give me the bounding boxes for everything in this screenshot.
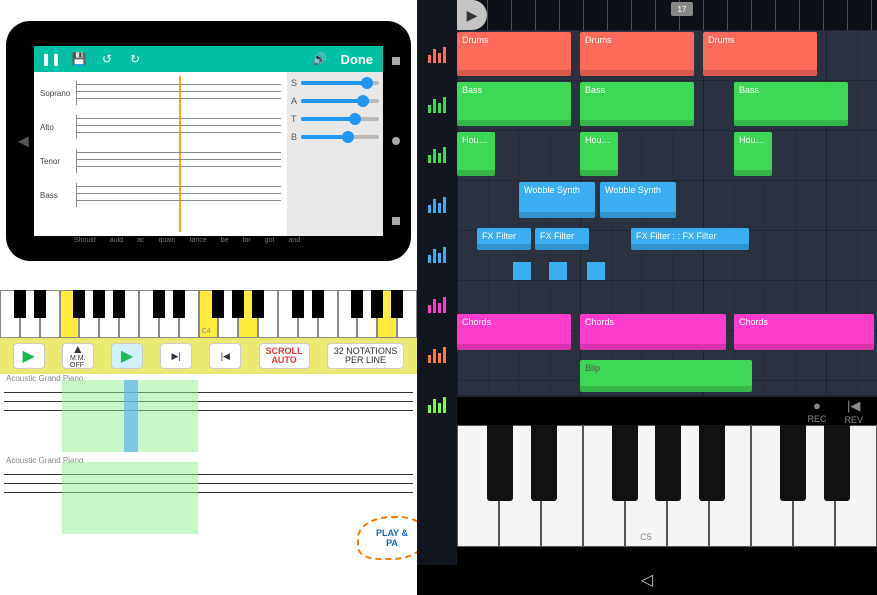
mixer-slider-T[interactable]: T (291, 114, 379, 124)
prev-button[interactable]: |◀ (209, 343, 241, 369)
android-nav-bar: ◁ (417, 565, 877, 595)
pause-icon[interactable]: ❚❚ (44, 52, 58, 66)
daw-ruler-bar: ▶ 17 (457, 0, 877, 30)
clip-bass[interactable]: Bass (734, 82, 848, 126)
clip-blip[interactable]: Blip (580, 360, 752, 392)
mixer-slider-B[interactable]: B (291, 132, 379, 142)
lyrics-row: Shouldauldacquaintancebeforgotand (74, 237, 287, 244)
clip-wobble-synth[interactable]: Wobble Synth (519, 182, 595, 218)
mini-keyboard[interactable]: C4 (0, 290, 417, 338)
clip-fx-long[interactable]: FX Filter : : FX Filter (631, 228, 749, 250)
playhead-column[interactable] (124, 380, 138, 452)
clip-chords[interactable]: Chords (457, 314, 571, 350)
voice-mixer: SATB (287, 72, 383, 236)
clip-hou[interactable]: Hou… (457, 132, 495, 176)
daw-keyboard[interactable]: C5 (457, 425, 877, 547)
clip-hou[interactable]: Hou… (734, 132, 772, 176)
play-selection-button[interactable]: ▶ (111, 343, 143, 369)
track-header[interactable] (417, 230, 457, 280)
record-button[interactable]: ●REC (807, 398, 826, 424)
clip-chords[interactable]: Chords (580, 314, 726, 350)
clip-hou[interactable]: Hou… (580, 132, 618, 176)
clip-bass[interactable]: Bass (457, 82, 571, 126)
clip-bass[interactable]: Bass (580, 82, 694, 126)
undo-icon[interactable]: ↺ (100, 52, 114, 66)
voice-label-tenor: Tenor (40, 157, 70, 166)
clip-drums[interactable]: Drums (457, 32, 571, 76)
track-header[interactable] (417, 330, 457, 380)
daw-app: ▶ 17 Drums Drums Drums Bass Bass Bass Ho… (417, 0, 877, 565)
daw-piano-panel: ●REC |◀REV C5 (457, 397, 877, 565)
reverse-button[interactable]: |◀REV (844, 398, 863, 425)
clip-fragment[interactable] (549, 262, 567, 280)
track-header[interactable] (417, 130, 457, 180)
metronome-button[interactable]: ▲ M.M. OFF (62, 343, 94, 369)
next-button[interactable]: ▶| (160, 343, 192, 369)
clip-fx[interactable]: FX Filter (477, 228, 531, 250)
track-header[interactable] (417, 80, 457, 130)
back-nav-icon[interactable]: ◁ (641, 570, 653, 590)
clip-timeline[interactable]: Drums Drums Drums Bass Bass Bass Hou… Ho… (457, 30, 877, 395)
save-icon[interactable]: 💾 (72, 52, 86, 66)
phone-back-icon: ◀ (18, 133, 29, 150)
clip-fragment[interactable] (587, 262, 605, 280)
mixer-slider-A[interactable]: A (291, 96, 379, 106)
done-button[interactable]: Done (341, 52, 374, 67)
transport-play-button[interactable]: ▶ (457, 0, 487, 30)
track-header[interactable] (417, 180, 457, 230)
mixer-slider-S[interactable]: S (291, 78, 379, 88)
piano-toolbar: ▶ ▲ M.M. OFF ▶ ▶| |◀ SCROLLAUTO 32 NOTAT… (0, 338, 417, 374)
voice-label-alto: Alto (40, 123, 70, 132)
voice-label-bass: Bass (40, 191, 70, 200)
timeline-ruler[interactable]: 17 (487, 0, 877, 30)
track-header[interactable] (417, 380, 457, 430)
score-staves[interactable]: Soprano Alto Tenor Bass Shouldauldacquai… (34, 72, 287, 236)
notations-per-line-button[interactable]: 32 NOTATIONSPER LINE (327, 343, 405, 369)
track-header[interactable] (417, 280, 457, 330)
track-header[interactable] (417, 30, 457, 80)
score-view[interactable]: Acoustic Grand Piano Acoustic Grand Pian… (0, 374, 417, 558)
clip-fx[interactable]: FX Filter (535, 228, 589, 250)
redo-icon[interactable]: ↻ (128, 52, 142, 66)
scroll-mode-button[interactable]: SCROLLAUTO (259, 343, 310, 369)
piano-notation-app: C4 ▶ ▲ M.M. OFF ▶ ▶| |◀ SCROLLAUTO 32 NO… (0, 290, 417, 595)
position-marker[interactable]: 17 (671, 2, 693, 16)
clip-drums[interactable]: Drums (703, 32, 817, 76)
clip-drums[interactable]: Drums (580, 32, 694, 76)
track-header-column (417, 0, 457, 565)
clip-fragment[interactable] (513, 262, 531, 280)
volume-icon[interactable]: 🔊 (313, 52, 327, 66)
phone-hw-buttons (387, 21, 405, 261)
play-button[interactable]: ▶ (13, 343, 45, 369)
clip-chords[interactable]: Chords (734, 314, 874, 350)
clip-wobble-synth[interactable]: Wobble Synth (600, 182, 676, 218)
phone-top-toolbar: ❚❚ 💾 ↺ ↻ 🔊 Done (34, 46, 383, 72)
phone-mockup: ◀ ❚❚ 💾 ↺ ↻ 🔊 Done Soprano (0, 0, 417, 282)
voice-label-soprano: Soprano (40, 89, 70, 98)
